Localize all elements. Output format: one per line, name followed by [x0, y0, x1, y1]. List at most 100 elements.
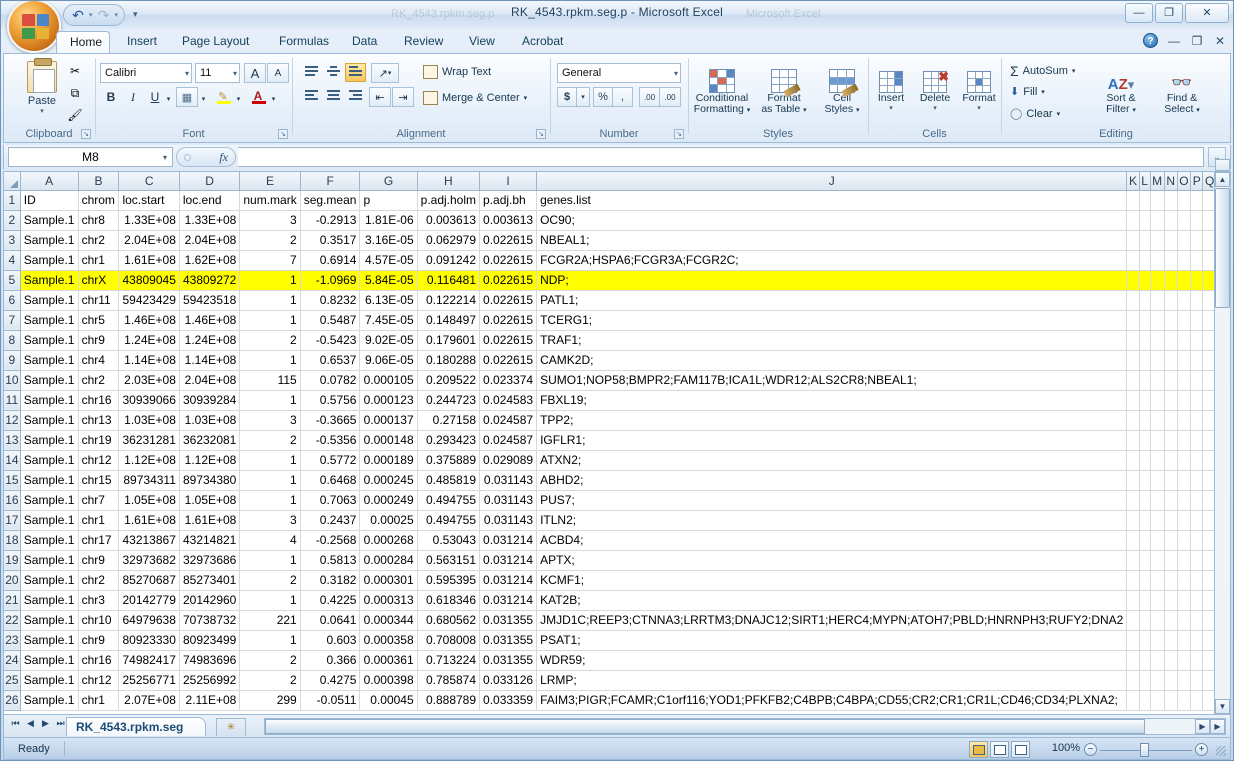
- cell-I5[interactable]: 0.022615: [480, 270, 537, 290]
- cell-O17[interactable]: [1177, 510, 1191, 530]
- cell-G13[interactable]: 0.000148: [360, 430, 417, 450]
- cell-L16[interactable]: [1139, 490, 1150, 510]
- cell-G24[interactable]: 0.000361: [360, 650, 417, 670]
- cell-A21[interactable]: Sample.1: [20, 590, 78, 610]
- cell-N16[interactable]: [1164, 490, 1177, 510]
- tab-page-layout[interactable]: Page Layout: [169, 31, 262, 53]
- cell-E1[interactable]: num.mark: [240, 190, 300, 210]
- cell-P12[interactable]: [1191, 410, 1203, 430]
- cell-E20[interactable]: 2: [240, 570, 300, 590]
- insert-worksheet-icon[interactable]: ✳: [216, 718, 246, 736]
- cell-D12[interactable]: 1.03E+08: [179, 410, 239, 430]
- cell-A13[interactable]: Sample.1: [20, 430, 78, 450]
- fill-color-icon[interactable]: ✎: [212, 86, 234, 106]
- cell-F2[interactable]: -0.2913: [300, 210, 360, 230]
- scroll-right-end-icon[interactable]: ▶: [1210, 719, 1225, 734]
- name-box[interactable]: M8 ▾: [8, 147, 173, 167]
- cell-A11[interactable]: Sample.1: [20, 390, 78, 410]
- cell-H1[interactable]: p.adj.holm: [417, 190, 479, 210]
- cell-B11[interactable]: chr16: [78, 390, 119, 410]
- restore-button[interactable]: ❐: [1155, 3, 1183, 23]
- cell-K4[interactable]: [1127, 250, 1139, 270]
- cell-D18[interactable]: 43214821: [179, 530, 239, 550]
- cell-E4[interactable]: 7: [240, 250, 300, 270]
- cell-E17[interactable]: 3: [240, 510, 300, 530]
- cell-C10[interactable]: 2.03E+08: [119, 370, 179, 390]
- cell-P23[interactable]: [1191, 630, 1203, 650]
- cell-M9[interactable]: [1150, 350, 1164, 370]
- autosum-dropdown-icon[interactable]: ▾: [1072, 67, 1076, 75]
- cell-F17[interactable]: 0.2437: [300, 510, 360, 530]
- cell-I16[interactable]: 0.031143: [480, 490, 537, 510]
- currency-icon[interactable]: $: [557, 87, 577, 107]
- tab-acrobat[interactable]: Acrobat: [509, 31, 576, 53]
- cell-H23[interactable]: 0.708008: [417, 630, 479, 650]
- cell-A14[interactable]: Sample.1: [20, 450, 78, 470]
- cell-F11[interactable]: 0.5756: [300, 390, 360, 410]
- cell-P15[interactable]: [1191, 470, 1203, 490]
- cell-C9[interactable]: 1.14E+08: [119, 350, 179, 370]
- cell-A3[interactable]: Sample.1: [20, 230, 78, 250]
- cell-C18[interactable]: 43213867: [119, 530, 179, 550]
- cell-C22[interactable]: 64979638: [119, 610, 179, 630]
- cell-D22[interactable]: 70738732: [179, 610, 239, 630]
- cell-F26[interactable]: -0.0511: [300, 690, 360, 710]
- cell-E26[interactable]: 299: [240, 690, 300, 710]
- cell-A7[interactable]: Sample.1: [20, 310, 78, 330]
- insert-cells-button[interactable]: Insert ▾: [869, 59, 913, 112]
- cell-F1[interactable]: seg.mean: [300, 190, 360, 210]
- cell-N12[interactable]: [1164, 410, 1177, 430]
- row-header-6[interactable]: 6: [4, 290, 20, 310]
- table-row[interactable]: 26Sample.1chr12.07E+082.11E+08299-0.0511…: [4, 690, 1230, 710]
- cell-D21[interactable]: 20142960: [179, 590, 239, 610]
- cell-C16[interactable]: 1.05E+08: [119, 490, 179, 510]
- vertical-scrollbar[interactable]: ▲ ▼: [1214, 171, 1231, 715]
- cell-K2[interactable]: [1127, 210, 1139, 230]
- cell-J19[interactable]: APTX;: [537, 550, 1127, 570]
- cell-H2[interactable]: 0.003613: [417, 210, 479, 230]
- cf-dropdown-icon[interactable]: ▾: [747, 107, 751, 114]
- cell-J22[interactable]: JMJD1C;REEP3;CTNNA3;LRRTM3;DNAJC12;SIRT1…: [537, 610, 1127, 630]
- column-header-M[interactable]: M: [1150, 172, 1164, 190]
- row-header-18[interactable]: 18: [4, 530, 20, 550]
- row-header-1[interactable]: 1: [4, 190, 20, 210]
- cell-F4[interactable]: 0.6914: [300, 250, 360, 270]
- cell-I2[interactable]: 0.003613: [480, 210, 537, 230]
- cancel-formula-icon[interactable]: [184, 154, 191, 161]
- cell-F25[interactable]: 0.4275: [300, 670, 360, 690]
- cell-A5[interactable]: Sample.1: [20, 270, 78, 290]
- cell-A20[interactable]: Sample.1: [20, 570, 78, 590]
- cell-D25[interactable]: 25256992: [179, 670, 239, 690]
- cell-D6[interactable]: 59423518: [179, 290, 239, 310]
- scroll-right-icon[interactable]: ▶: [1195, 719, 1210, 734]
- row-header-25[interactable]: 25: [4, 670, 20, 690]
- cell-B14[interactable]: chr12: [78, 450, 119, 470]
- cell-D15[interactable]: 89734380: [179, 470, 239, 490]
- cell-A22[interactable]: Sample.1: [20, 610, 78, 630]
- cell-N13[interactable]: [1164, 430, 1177, 450]
- row-header-2[interactable]: 2: [4, 210, 20, 230]
- cell-P2[interactable]: [1191, 210, 1203, 230]
- redo-icon[interactable]: ↷: [96, 7, 112, 23]
- table-row[interactable]: 10Sample.1chr22.03E+082.04E+081150.07820…: [4, 370, 1230, 390]
- cell-B5[interactable]: chrX: [78, 270, 119, 290]
- cell-H16[interactable]: 0.494755: [417, 490, 479, 510]
- cell-G1[interactable]: p: [360, 190, 417, 210]
- cell-M17[interactable]: [1150, 510, 1164, 530]
- cell-N4[interactable]: [1164, 250, 1177, 270]
- cell-D16[interactable]: 1.05E+08: [179, 490, 239, 510]
- cell-N24[interactable]: [1164, 650, 1177, 670]
- cell-O5[interactable]: [1177, 270, 1191, 290]
- cell-H15[interactable]: 0.485819: [417, 470, 479, 490]
- table-row[interactable]: 1IDchromloc.startloc.endnum.markseg.mean…: [4, 190, 1230, 210]
- zoom-level[interactable]: 100%: [1052, 742, 1080, 754]
- cell-I17[interactable]: 0.031143: [480, 510, 537, 530]
- cell-M26[interactable]: [1150, 690, 1164, 710]
- cell-J12[interactable]: TPP2;: [537, 410, 1127, 430]
- table-row[interactable]: 9Sample.1chr41.14E+081.14E+0810.65379.06…: [4, 350, 1230, 370]
- row-header-12[interactable]: 12: [4, 410, 20, 430]
- doc-close-button[interactable]: ✕: [1213, 34, 1227, 48]
- cell-I14[interactable]: 0.029089: [480, 450, 537, 470]
- table-row[interactable]: 14Sample.1chr121.12E+081.12E+0810.57720.…: [4, 450, 1230, 470]
- cell-E13[interactable]: 2: [240, 430, 300, 450]
